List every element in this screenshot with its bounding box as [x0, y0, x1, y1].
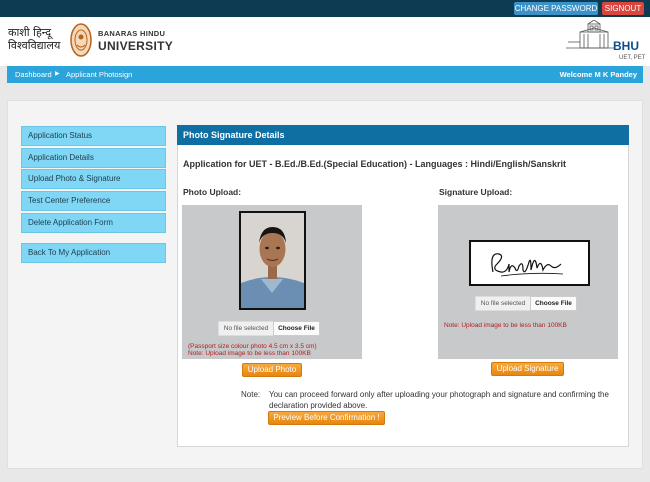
signature-preview: [469, 240, 590, 286]
logo-en-line1: BANARAS HINDU: [98, 29, 166, 38]
welcome-text: Welcome M K Pandey: [559, 70, 637, 79]
signature-limit-note: Note: Upload image to be less than 100KB: [444, 322, 567, 329]
photo-preview: [239, 211, 306, 310]
signature-image-icon: [491, 253, 564, 277]
upload-signature-button[interactable]: Upload Signature: [491, 362, 564, 376]
photo-upload-label: Photo Upload:: [183, 187, 242, 197]
signature-choose-file-button[interactable]: Choose File: [530, 296, 577, 311]
change-password-button[interactable]: CHANGE PASSWORD: [514, 2, 598, 15]
signature-upload-label: Signature Upload:: [439, 187, 513, 197]
breadcrumb-dashboard[interactable]: Dashboard: [15, 66, 52, 83]
application-title: Application for UET - B.Ed./B.Ed.(Specia…: [183, 159, 567, 169]
logo-hindi-line1: काशी हिन्दू: [8, 26, 52, 39]
sidebar-item-application-status[interactable]: Application Status: [21, 126, 166, 146]
upload-photo-button[interactable]: Upload Photo: [242, 363, 302, 377]
note-label: Note:: [241, 390, 261, 399]
signature-file-status: No file selected: [475, 296, 530, 311]
bhu-logo-text: BHU: [613, 39, 639, 53]
logo-hindi-line2: विश्वविद्यालय: [8, 39, 61, 52]
photo-limit-note: Note: Upload image to be less than 100KB: [188, 350, 311, 357]
photo-choose-file-button[interactable]: Choose File: [273, 321, 320, 336]
photo-file-status: No file selected: [218, 321, 273, 336]
breadcrumb-current: Applicant Photosign: [66, 70, 133, 79]
sidebar-item-delete-application[interactable]: Delete Application Form: [21, 213, 166, 233]
top-bar: CHANGE PASSWORD SIGNOUT: [0, 0, 650, 17]
nav-bar: Dashboard ▶ Applicant Photosign Welcome …: [7, 66, 643, 83]
note-text: You can proceed forward only after uploa…: [269, 390, 609, 410]
sidebar-item-application-details[interactable]: Application Details: [21, 148, 166, 168]
bhu-logo-subtitle: UET, PET: [619, 55, 646, 61]
preview-confirmation-button[interactable]: Preview Before Confirmation !: [268, 411, 385, 425]
signout-button[interactable]: SIGNOUT: [602, 2, 644, 15]
panel-title: Photo Signature Details: [177, 125, 629, 145]
photo-size-note: (Passport size colour photo 4.5 cm x 3.5…: [188, 343, 317, 350]
sidebar-item-test-center-preference[interactable]: Test Center Preference: [21, 191, 166, 211]
site-header: काशी हिन्दू विश्वविद्यालय BANARAS HINDU …: [0, 17, 650, 66]
person-photo-icon: [241, 213, 304, 308]
back-to-application-button[interactable]: Back To My Application: [21, 243, 166, 263]
logo-en-line2: UNIVERSITY: [98, 39, 174, 53]
bhu-building-icon: [566, 20, 614, 49]
logo-hindi: काशी हिन्दू विश्वविद्यालय: [8, 26, 68, 52]
breadcrumb-arrow-icon: ▶: [55, 71, 60, 77]
university-seal-icon: [70, 23, 92, 57]
sidebar-item-upload-photo-signature[interactable]: Upload Photo & Signature: [21, 169, 166, 189]
